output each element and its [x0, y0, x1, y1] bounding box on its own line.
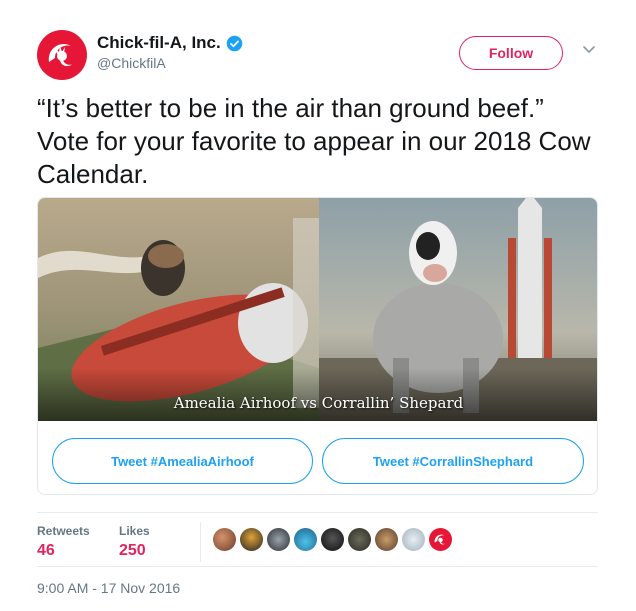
liker-avatar[interactable]	[213, 528, 236, 551]
follow-button[interactable]: Follow	[459, 36, 563, 70]
retweets-stat[interactable]: Retweets 46	[37, 524, 90, 560]
card-caption: Amealia Airhoof vs Corrallin’ Shepard	[173, 394, 464, 412]
likes-stat[interactable]: Likes 250	[119, 524, 150, 560]
author-handle[interactable]: @ChickfilA	[97, 55, 166, 71]
verified-badge-icon	[226, 35, 243, 51]
liker-avatar[interactable]	[348, 528, 371, 551]
liker-avatar[interactable]	[429, 528, 452, 551]
likes-label: Likes	[119, 524, 150, 538]
liker-avatar[interactable]	[267, 528, 290, 551]
liker-avatar[interactable]	[402, 528, 425, 551]
retweets-label: Retweets	[37, 524, 90, 538]
avatar[interactable]	[37, 30, 87, 80]
author-name-row: Chick-fil-A, Inc.	[97, 33, 243, 53]
likers-avatars	[213, 528, 456, 551]
liker-avatar[interactable]	[294, 528, 317, 551]
likes-count: 250	[119, 542, 146, 559]
liker-avatar[interactable]	[240, 528, 263, 551]
poll-card: Amealia Airhoof vs Corrallin’ Shepard Tw…	[37, 197, 598, 495]
vote-button-amealia-airhoof[interactable]: Tweet #AmealiaAirhoof	[52, 438, 313, 484]
chevron-down-icon[interactable]	[582, 45, 596, 55]
divider	[200, 522, 201, 562]
chick-fil-a-logo-icon	[48, 43, 73, 67]
chick-fil-a-logo-icon	[434, 534, 446, 545]
author-name[interactable]: Chick-fil-A, Inc.	[97, 33, 221, 53]
liker-avatar[interactable]	[321, 528, 344, 551]
vote-button-corrallin-shephard[interactable]: Tweet #CorrallinShephard	[322, 438, 584, 484]
tweet-text: “It’s better to be in the air than groun…	[37, 93, 591, 189]
liker-avatar[interactable]	[375, 528, 398, 551]
retweets-count: 46	[37, 542, 55, 559]
divider	[37, 512, 598, 513]
card-image[interactable]	[38, 198, 598, 421]
tweet-timestamp[interactable]: 9:00 AM - 17 Nov 2016	[37, 580, 180, 596]
divider	[37, 566, 598, 567]
